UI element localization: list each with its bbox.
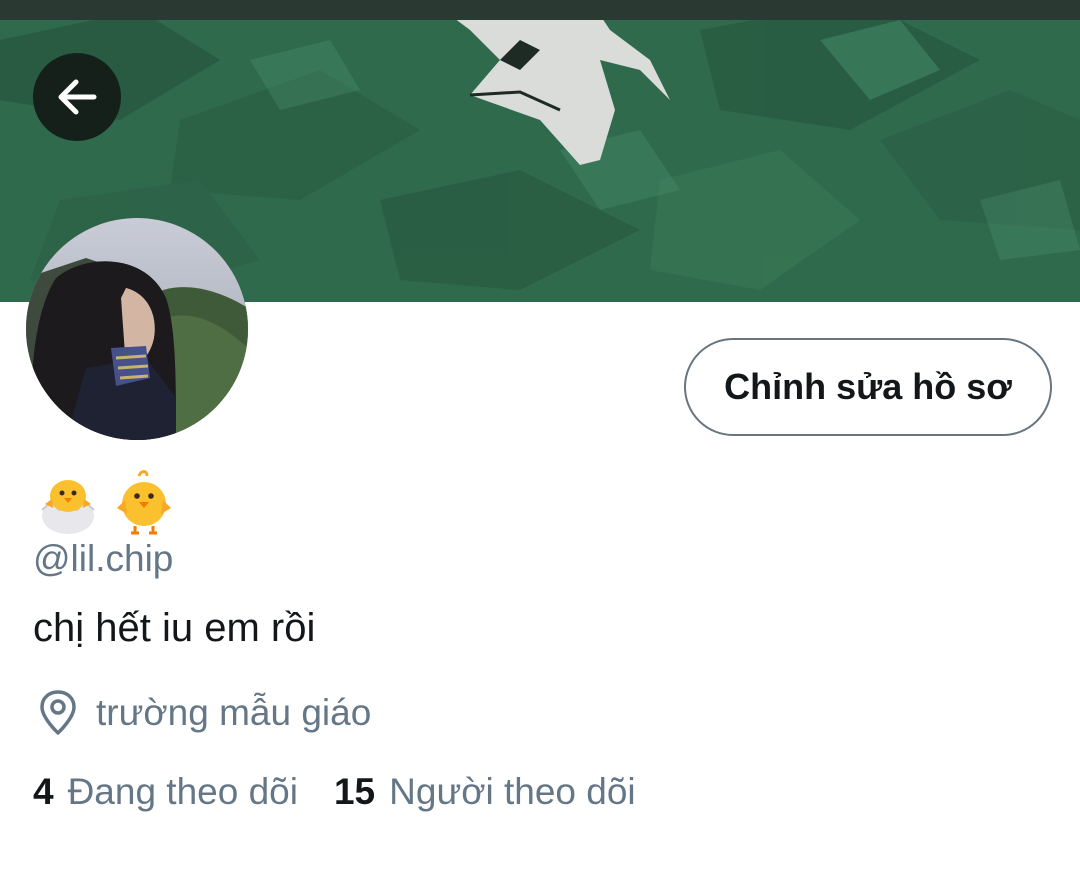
avatar[interactable] bbox=[26, 218, 248, 440]
avatar-image bbox=[26, 218, 248, 440]
following-stat[interactable]: 4 Đang theo dõi bbox=[33, 771, 298, 813]
followers-label: Người theo dõi bbox=[389, 771, 636, 812]
profile-bio: chị hết iu em rồi bbox=[33, 606, 316, 650]
location-label: trường mẫu giáo bbox=[96, 692, 372, 733]
following-label: Đang theo dõi bbox=[67, 771, 298, 812]
baby-chick-icon bbox=[117, 470, 171, 535]
display-name bbox=[33, 466, 179, 536]
status-bar-strip bbox=[0, 0, 1080, 20]
followers-stat[interactable]: 15 Người theo dõi bbox=[334, 771, 636, 813]
back-button[interactable] bbox=[33, 53, 121, 141]
followers-count: 15 bbox=[333, 771, 376, 812]
follow-stats: 4 Đang theo dõi 15 Người theo dõi bbox=[33, 771, 636, 813]
profile-location: trường mẫu giáo bbox=[36, 690, 371, 736]
location-pin-icon bbox=[40, 690, 76, 735]
following-count: 4 bbox=[33, 771, 54, 812]
arrow-left-icon bbox=[58, 79, 97, 115]
profile-handle: @lil.chip bbox=[33, 538, 174, 579]
edit-profile-button[interactable]: Chỉnh sửa hồ sơ bbox=[684, 338, 1052, 436]
hatching-chick-icon bbox=[41, 480, 95, 534]
